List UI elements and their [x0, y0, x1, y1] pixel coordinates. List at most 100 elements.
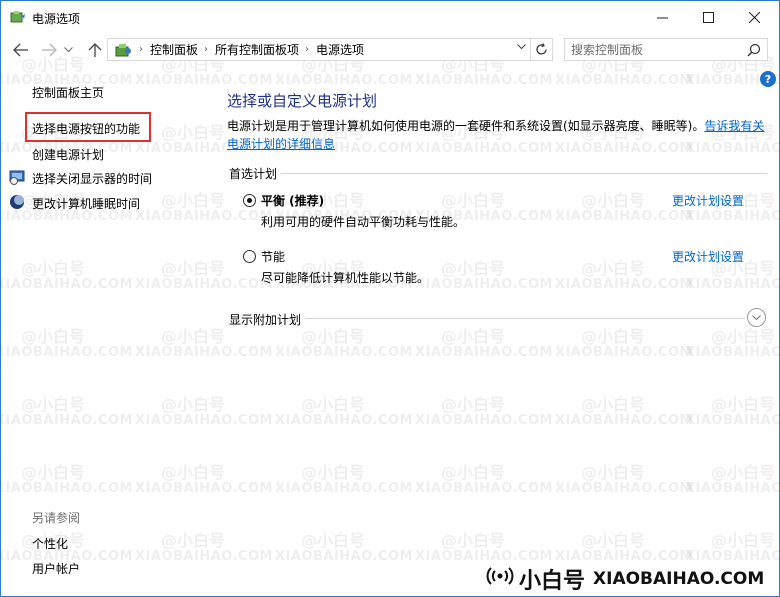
breadcrumb-power-options[interactable]: 电源选项: [316, 41, 364, 58]
chevron-down-icon: [63, 47, 73, 53]
watermark-text: XIAOBAIHAO.COM: [135, 209, 273, 224]
arrow-left-icon: [13, 43, 28, 57]
watermark-text: @小白号: [161, 259, 226, 278]
watermark-text: XIAOBAIHAO.COM: [275, 73, 413, 88]
power-options-window: @小白号 XIAOBAIHAO.COM @小白号 XIAOBAIHAO.COM @小白号…: [0, 0, 780, 597]
watermark-text: @小白号: [441, 463, 506, 482]
refresh-button[interactable]: [531, 38, 553, 61]
watermark-text: XIAOBAIHAO.COM: [275, 345, 413, 360]
watermark-text: XIAOBAIHAO.COM: [555, 209, 693, 224]
watermark-text: @小白号: [581, 259, 646, 278]
user-accounts-link[interactable]: 用户帐户: [32, 560, 80, 577]
window-title: 电源选项: [32, 12, 81, 26]
watermark-text: XIAOBAIHAO.COM: [275, 481, 413, 496]
sleep-time-link[interactable]: 更改计算机睡眠时间: [32, 195, 140, 212]
up-button[interactable]: [85, 40, 105, 60]
watermark-text: @小白号: [441, 259, 506, 278]
watermark-text: XIAOBAIHAO.COM: [275, 549, 413, 564]
watermark-text: @小白号: [711, 395, 776, 414]
breadcrumb-all-items[interactable]: 所有控制面板项: [215, 41, 299, 58]
power-saver-plan-name[interactable]: 节能: [261, 248, 285, 265]
see-also-heading: 另请参阅: [32, 511, 81, 525]
watermark-text: XIAOBAIHAO.COM: [685, 481, 780, 496]
close-button[interactable]: [731, 1, 777, 33]
description-text: 电源计划是用于管理计算机如何使用电源的一套硬件和系统设置(如显示器亮度、睡眠等)…: [227, 117, 764, 134]
breadcrumb-control-panel[interactable]: 控制面板: [150, 41, 198, 58]
watermark-text: XIAOBAIHAO.COM: [135, 345, 273, 360]
address-bar[interactable]: › 控制面板 › 所有控制面板项 › 电源选项: [107, 38, 531, 61]
watermark-text: @小白号: [711, 531, 776, 550]
balanced-plan-name[interactable]: 平衡 (推荐): [261, 192, 324, 209]
watermark-text: @小白号: [21, 259, 86, 278]
watermark-text: XIAOBAIHAO.COM: [685, 141, 780, 156]
watermark-text: XIAOBAIHAO.COM: [415, 73, 553, 88]
chevron-down-icon: [752, 314, 761, 320]
change-balanced-plan-link[interactable]: 更改计划设置: [672, 192, 744, 209]
broadcast-icon: [485, 566, 519, 591]
navigation-bar: › 控制面板 › 所有控制面板项 › 电源选项 搜索控制面板: [1, 34, 779, 66]
power-saver-plan-radio[interactable]: [243, 250, 256, 263]
brand-name-cn: 小白号: [519, 568, 586, 594]
watermark-text: XIAOBAIHAO.COM: [555, 413, 693, 428]
watermark-text: @小白号: [711, 327, 776, 346]
recent-locations-button[interactable]: [61, 40, 75, 60]
watermark-text: XIAOBAIHAO.COM: [0, 345, 133, 360]
breadcrumb-separator: ›: [204, 44, 209, 55]
watermark-text: @小白号: [21, 327, 86, 346]
watermark-text: XIAOBAIHAO.COM: [555, 73, 693, 88]
balanced-plan-description: 利用可用的硬件自动平衡功耗与性能。: [261, 215, 466, 229]
learn-more-link-part2[interactable]: 电源计划的详细信息: [227, 135, 335, 152]
watermark-text: @小白号: [21, 395, 86, 414]
arrow-right-icon: [42, 43, 57, 57]
watermark-text: XIAOBAIHAO.COM: [275, 413, 413, 428]
watermark-text: XIAOBAIHAO.COM: [135, 277, 273, 292]
brand-name-en: XIAOBAIHAO.COM: [593, 568, 765, 589]
search-input[interactable]: 搜索控制面板: [564, 38, 768, 61]
monitor-icon: [9, 170, 25, 185]
watermark-text: XIAOBAIHAO.COM: [685, 277, 780, 292]
refresh-icon: [536, 43, 547, 55]
watermark-text: @小白号: [581, 463, 646, 482]
watermark-text: XIAOBAIHAO.COM: [685, 345, 780, 360]
watermark-text: @小白号: [581, 531, 646, 550]
watermark-text: @小白号: [581, 327, 646, 346]
minimize-button[interactable]: [639, 1, 685, 33]
watermark-text: @小白号: [161, 191, 226, 210]
display-off-time-link[interactable]: 选择关闭显示器的时间: [32, 170, 152, 187]
watermark-text: XIAOBAIHAO.COM: [415, 413, 553, 428]
watermark-text: XIAOBAIHAO.COM: [685, 413, 780, 428]
change-power-saver-plan-link[interactable]: 更改计划设置: [672, 248, 744, 265]
watermark-text: XIAOBAIHAO.COM: [555, 345, 693, 360]
watermark-text: @小白号: [441, 327, 506, 346]
radio-selected-dot: [247, 198, 252, 203]
watermark-text: XIAOBAIHAO.COM: [555, 481, 693, 496]
watermark-text: XIAOBAIHAO.COM: [415, 345, 553, 360]
breadcrumb-separator: ›: [305, 44, 310, 55]
help-icon[interactable]: ?: [760, 71, 776, 87]
back-button[interactable]: [11, 40, 31, 60]
search-placeholder: 搜索控制面板: [571, 43, 644, 57]
watermark-text: XIAOBAIHAO.COM: [555, 277, 693, 292]
control-panel-home-link[interactable]: 控制面板主页: [32, 84, 104, 101]
learn-more-link-part1[interactable]: 告诉我有关: [704, 119, 764, 133]
choose-power-buttons-link[interactable]: 选择电源按钮的功能: [32, 120, 140, 137]
power-saver-plan-description: 尽可能降低计算机性能以节能。: [261, 271, 430, 285]
watermark-text: @小白号: [301, 531, 366, 550]
personalization-link[interactable]: 个性化: [32, 535, 68, 552]
moon-icon: [10, 195, 24, 209]
balanced-plan-radio[interactable]: [243, 194, 256, 207]
watermark-text: XIAOBAIHAO.COM: [135, 481, 273, 496]
address-dropdown-button[interactable]: [517, 42, 526, 53]
create-power-plan-link[interactable]: 创建电源计划: [32, 146, 104, 163]
watermark-text: @小白号: [301, 395, 366, 414]
show-additional-plans-label[interactable]: 显示附加计划: [229, 311, 306, 328]
forward-button[interactable]: [39, 40, 59, 60]
watermark-text: @小白号: [161, 327, 226, 346]
arrow-up-icon: [88, 43, 102, 57]
expand-additional-plans-button[interactable]: [747, 308, 766, 327]
maximize-icon: [702, 11, 714, 23]
watermark-text: @小白号: [161, 463, 226, 482]
maximize-button[interactable]: [685, 1, 731, 33]
watermark-text: XIAOBAIHAO.COM: [0, 413, 133, 428]
watermark-text: XIAOBAIHAO.COM: [135, 413, 273, 428]
